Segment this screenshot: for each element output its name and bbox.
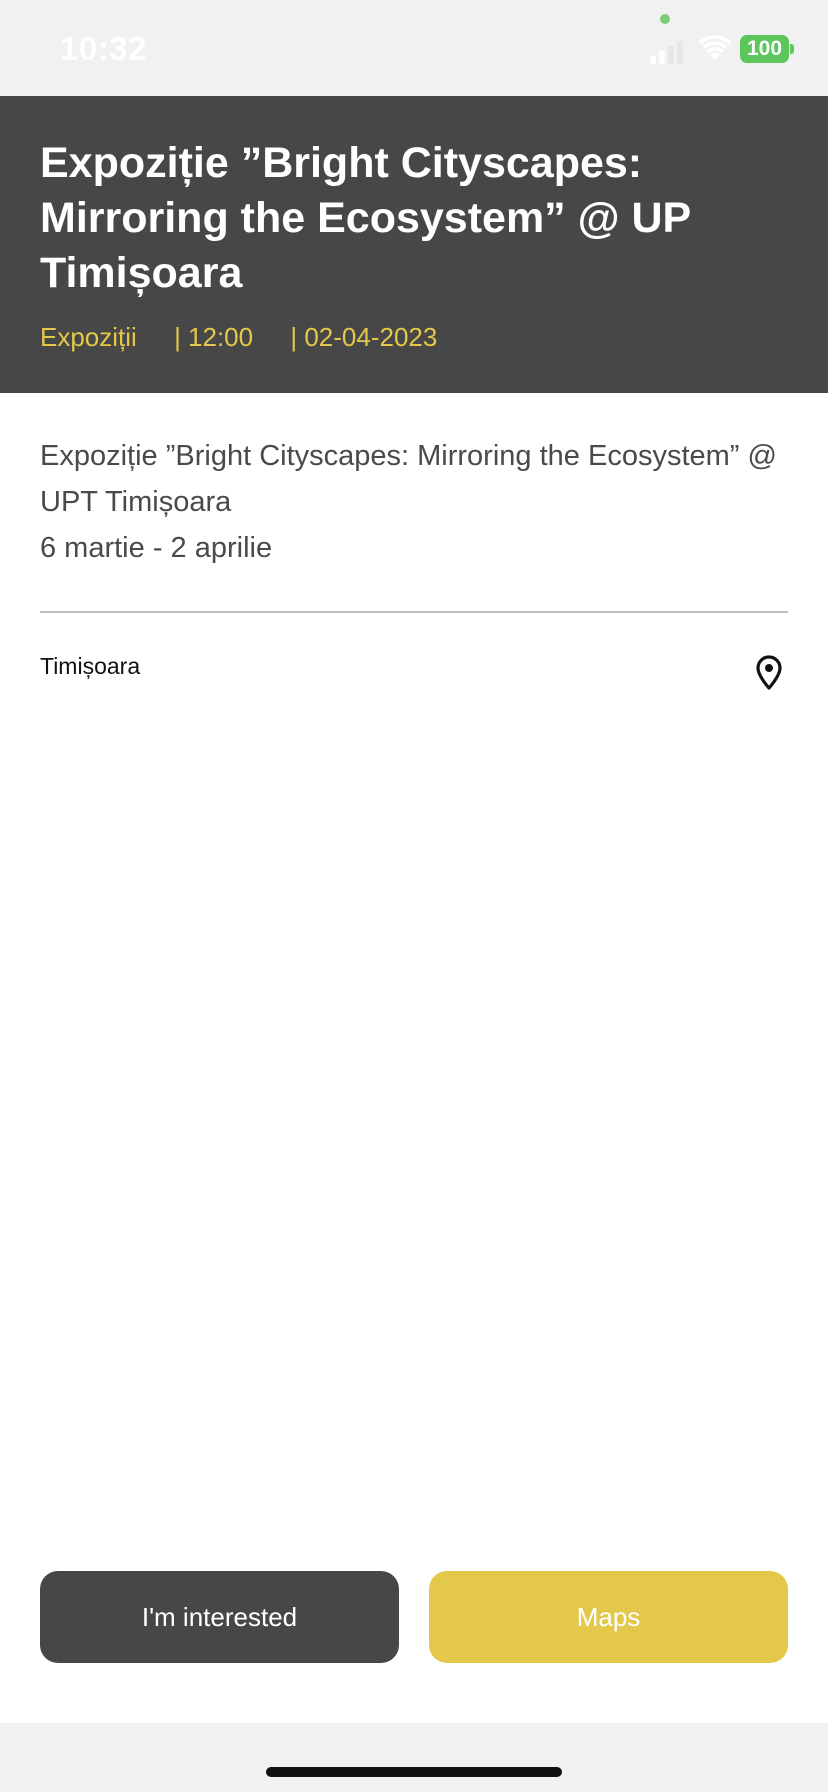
- location-pin-icon[interactable]: [756, 655, 782, 691]
- signal-icon: [650, 41, 683, 64]
- description-dates: 6 martie - 2 aprilie: [40, 532, 273, 564]
- event-detail-screen: 10:32 100 Expoziție ”Bright Cityscapes: …: [0, 0, 828, 1792]
- event-date: | 02-04-2023: [290, 322, 438, 352]
- status-time: 10:32: [60, 30, 147, 67]
- event-description: Expoziție ”Bright Cityscapes: Mirroring …: [40, 433, 800, 571]
- wifi-icon: [698, 35, 732, 60]
- home-indicator-area: [0, 1723, 828, 1792]
- event-time: | 12:00: [174, 322, 254, 352]
- location-row[interactable]: Timișoara: [40, 653, 788, 697]
- privacy-indicator-dot: [660, 14, 670, 24]
- interested-button[interactable]: I'm interested: [40, 1571, 399, 1663]
- status-bar: 10:32 100: [0, 0, 828, 96]
- maps-button[interactable]: Maps: [429, 1571, 788, 1663]
- event-title: Expoziție ”Bright Cityscapes: Mirroring …: [40, 139, 691, 297]
- event-category: Expoziții: [40, 322, 137, 352]
- battery-level: 100: [740, 35, 789, 63]
- event-meta: Expoziții | 12:00 | 02-04-2023: [40, 322, 437, 353]
- home-indicator[interactable]: [266, 1767, 562, 1777]
- description-text: Expoziție ”Bright Cityscapes: Mirroring …: [40, 440, 777, 518]
- divider: [40, 611, 788, 613]
- battery-tip: [790, 44, 794, 54]
- event-header: Expoziție ”Bright Cityscapes: Mirroring …: [0, 96, 828, 393]
- battery-icon: 100: [740, 35, 794, 63]
- location-label: Timișoara: [40, 653, 141, 679]
- event-content: Expoziție ”Bright Cityscapes: Mirroring …: [0, 393, 828, 1723]
